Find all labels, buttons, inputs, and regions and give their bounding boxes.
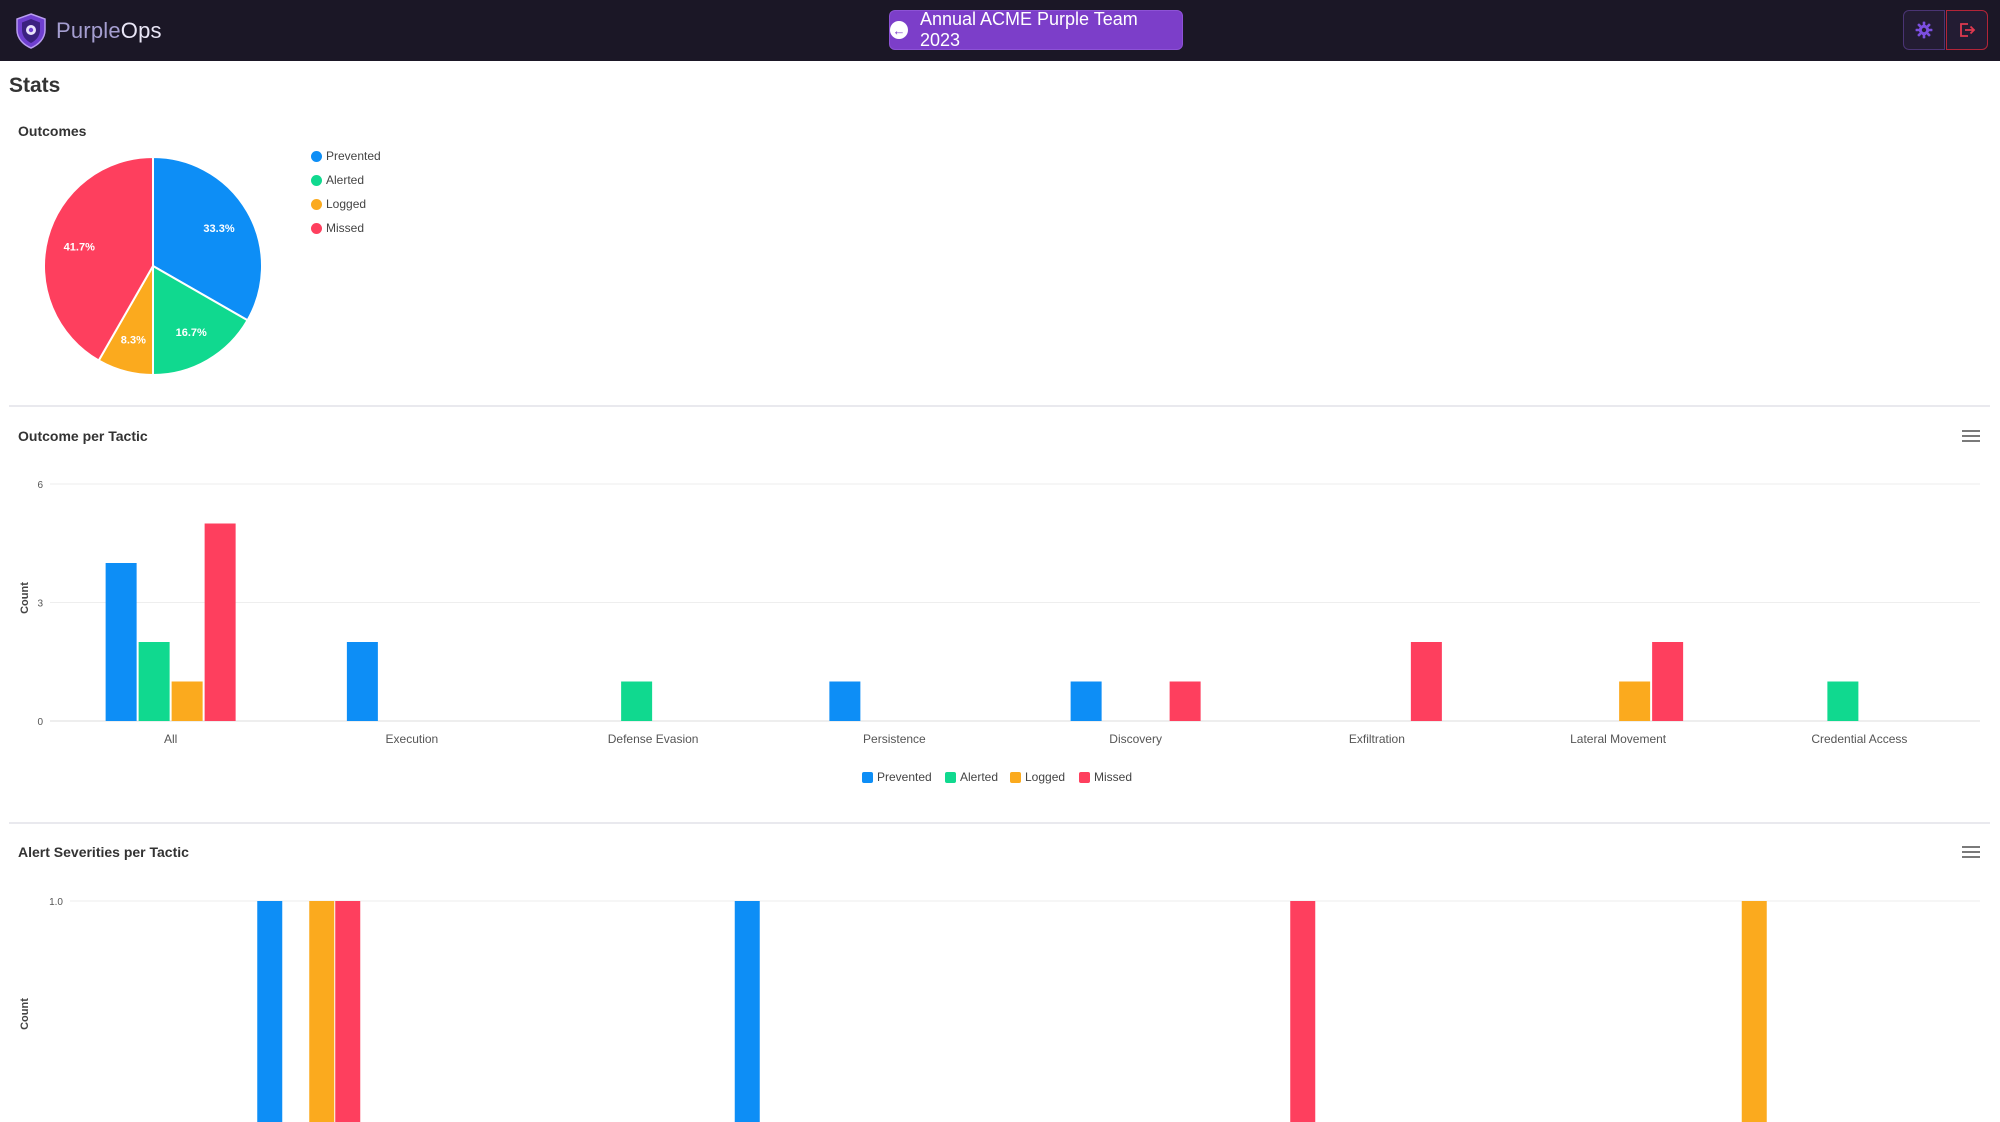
bar-missed[interactable] (1410, 642, 1442, 721)
y-tick-label: 0 (37, 717, 43, 728)
x-tick-label: Execution (386, 732, 439, 746)
x-tick-label: Lateral Movement (1570, 732, 1667, 746)
x-tick-label: All (164, 732, 177, 746)
bar-prevented[interactable] (346, 642, 378, 721)
x-tick-label: Discovery (1109, 732, 1162, 746)
bar-logged[interactable] (1619, 681, 1651, 722)
bar-missed[interactable] (1169, 681, 1201, 722)
x-tick-label: Exfiltration (1349, 732, 1405, 746)
pie-slice-label: 8.3% (121, 335, 146, 347)
pie-slice-label: 41.7% (64, 241, 95, 253)
bar-alerted[interactable] (621, 681, 653, 722)
bar-prevented[interactable] (829, 681, 861, 722)
charts-canvas: 33.3% 16.7% 8.3% 41.7% 0 3 6 Count All Execution D… (19, 155, 1980, 1122)
bar-prevented[interactable] (1070, 681, 1102, 722)
bar-logged[interactable] (171, 681, 203, 722)
bar-missed[interactable] (335, 901, 361, 1122)
y-axis-label: Count (19, 998, 31, 1030)
y-tick-label: 6 (37, 480, 43, 491)
bar-missed[interactable] (204, 523, 236, 722)
y-axis-label: Count (19, 582, 31, 614)
x-tick-label: Defense Evasion (608, 732, 699, 746)
pie-slice-label: 16.7% (176, 327, 207, 339)
bar-prevented[interactable] (734, 901, 760, 1122)
bar-prevented[interactable] (257, 901, 283, 1122)
bar-alerted[interactable] (138, 642, 170, 721)
pie-slice-label: 33.3% (203, 223, 234, 235)
bar-logged[interactable] (1741, 901, 1767, 1122)
x-tick-label: Credential Access (1811, 732, 1907, 746)
bar-prevented[interactable] (105, 563, 137, 721)
bar-missed[interactable] (1652, 642, 1684, 721)
x-tick-label: Persistence (863, 732, 926, 746)
bar-logged[interactable] (309, 901, 335, 1122)
y-tick-label: 1.0 (49, 897, 63, 908)
bar-missed[interactable] (1290, 901, 1316, 1122)
bar-alerted[interactable] (1827, 681, 1859, 722)
y-tick-label: 3 (37, 599, 43, 610)
